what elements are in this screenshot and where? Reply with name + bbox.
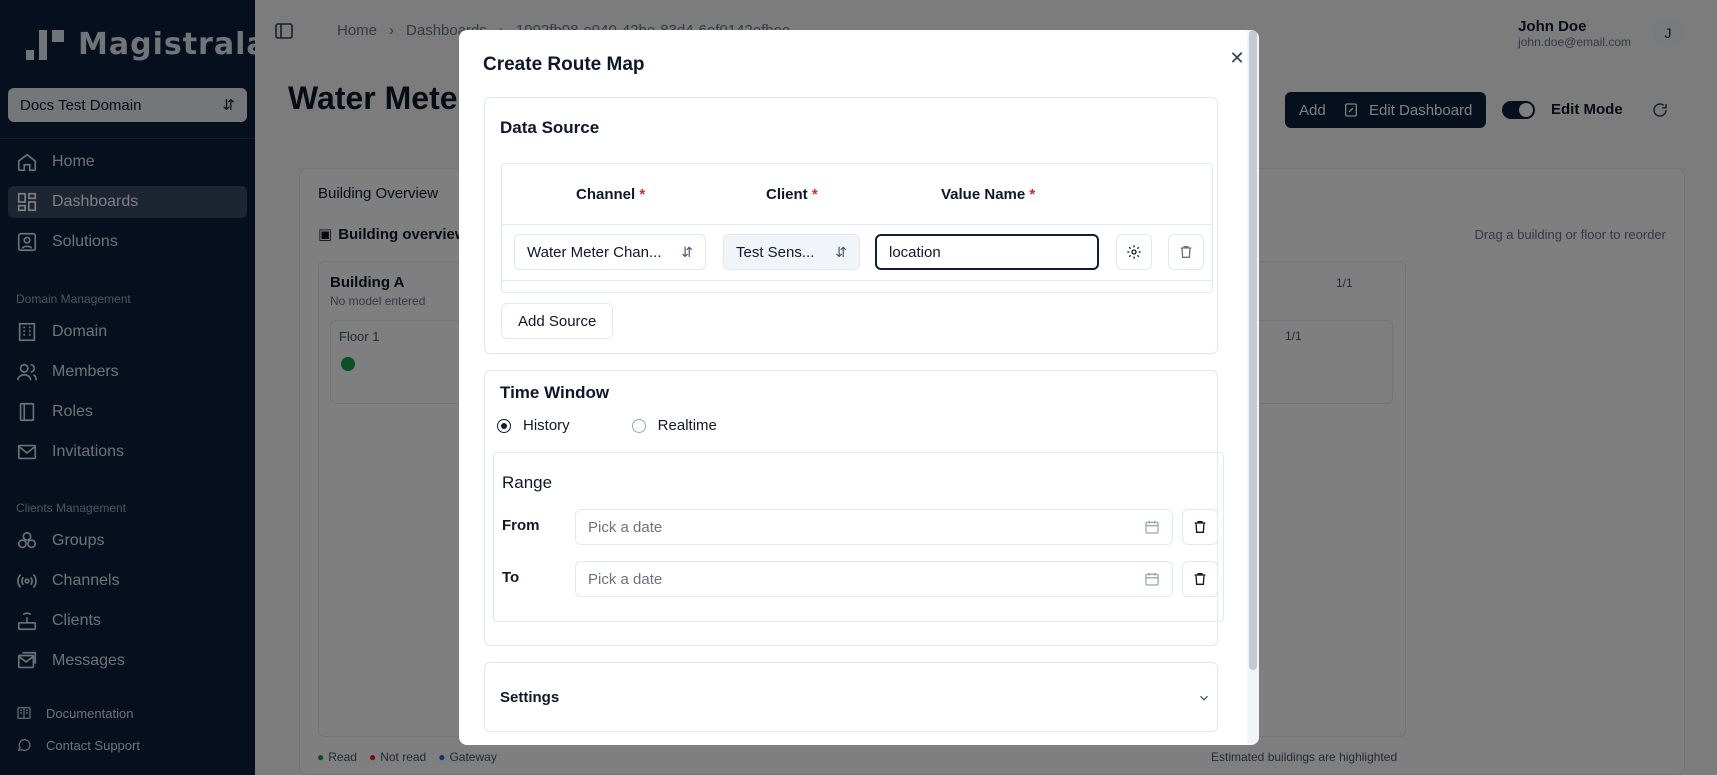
to-label: To bbox=[502, 569, 520, 586]
table-header-divider bbox=[502, 224, 1212, 225]
scrollbar-thumb[interactable] bbox=[1249, 30, 1257, 670]
close-icon[interactable]: ✕ bbox=[1227, 48, 1247, 68]
clear-to-button[interactable] bbox=[1182, 561, 1218, 597]
to-date-picker[interactable]: Pick a date bbox=[575, 561, 1173, 597]
data-source-title: Data Source bbox=[500, 118, 600, 137]
client-select-value: Test Sens... bbox=[736, 243, 815, 261]
time-window-card: Time Window History Realtime Range From … bbox=[484, 370, 1224, 646]
history-radio[interactable] bbox=[497, 418, 511, 433]
settings-card[interactable]: Settings bbox=[484, 662, 1218, 732]
data-source-card: Data Source Channel * Client * Value Nam… bbox=[484, 97, 1218, 354]
from-date-placeholder: Pick a date bbox=[588, 518, 663, 536]
value-name-text: location bbox=[889, 243, 941, 261]
add-source-button[interactable]: Add Source bbox=[501, 303, 614, 339]
value-name-input[interactable]: location bbox=[875, 234, 1099, 270]
trash-icon bbox=[1180, 246, 1192, 258]
trash-icon bbox=[1194, 521, 1206, 533]
time-window-options: History Realtime bbox=[497, 417, 717, 434]
chevron-up-down-icon: ⇵ bbox=[835, 243, 847, 260]
dialog-scrollbar[interactable] bbox=[1247, 30, 1259, 745]
chevron-up-down-icon: ⇵ bbox=[681, 243, 693, 260]
clear-from-button[interactable] bbox=[1182, 509, 1218, 545]
trash-icon bbox=[1194, 573, 1206, 585]
calendar-icon bbox=[1145, 521, 1159, 534]
calendar-icon bbox=[1145, 573, 1159, 586]
source-settings-button[interactable] bbox=[1116, 234, 1152, 270]
channel-select[interactable]: Water Meter Chan... ⇵ bbox=[514, 234, 706, 270]
from-label: From bbox=[502, 517, 540, 534]
column-client: Client * bbox=[766, 186, 818, 203]
table-row-divider bbox=[502, 280, 1212, 281]
history-label[interactable]: History bbox=[523, 417, 570, 434]
column-channel: Channel * bbox=[576, 186, 646, 203]
realtime-label[interactable]: Realtime bbox=[658, 417, 717, 434]
delete-source-button[interactable] bbox=[1168, 234, 1204, 270]
range-box: Range From Pick a date To Pick a date bbox=[493, 452, 1224, 622]
from-date-picker[interactable]: Pick a date bbox=[575, 509, 1173, 545]
channel-select-value: Water Meter Chan... bbox=[527, 243, 662, 261]
column-value-name: Value Name * bbox=[941, 186, 1036, 203]
to-date-placeholder: Pick a date bbox=[588, 570, 663, 588]
settings-title: Settings bbox=[500, 689, 560, 706]
data-source-table: Channel * Client * Value Name * Water Me… bbox=[501, 163, 1213, 293]
client-select[interactable]: Test Sens... ⇵ bbox=[723, 234, 860, 270]
time-window-title: Time Window bbox=[500, 383, 610, 402]
gear-icon bbox=[1127, 245, 1141, 259]
realtime-radio[interactable] bbox=[631, 418, 646, 433]
create-route-map-dialog: Create Route Map ✕ Data Source Channel *… bbox=[459, 30, 1259, 745]
dialog-title: Create Route Map bbox=[483, 54, 645, 75]
chevron-down-icon bbox=[1200, 695, 1208, 701]
range-title: Range bbox=[502, 473, 553, 492]
